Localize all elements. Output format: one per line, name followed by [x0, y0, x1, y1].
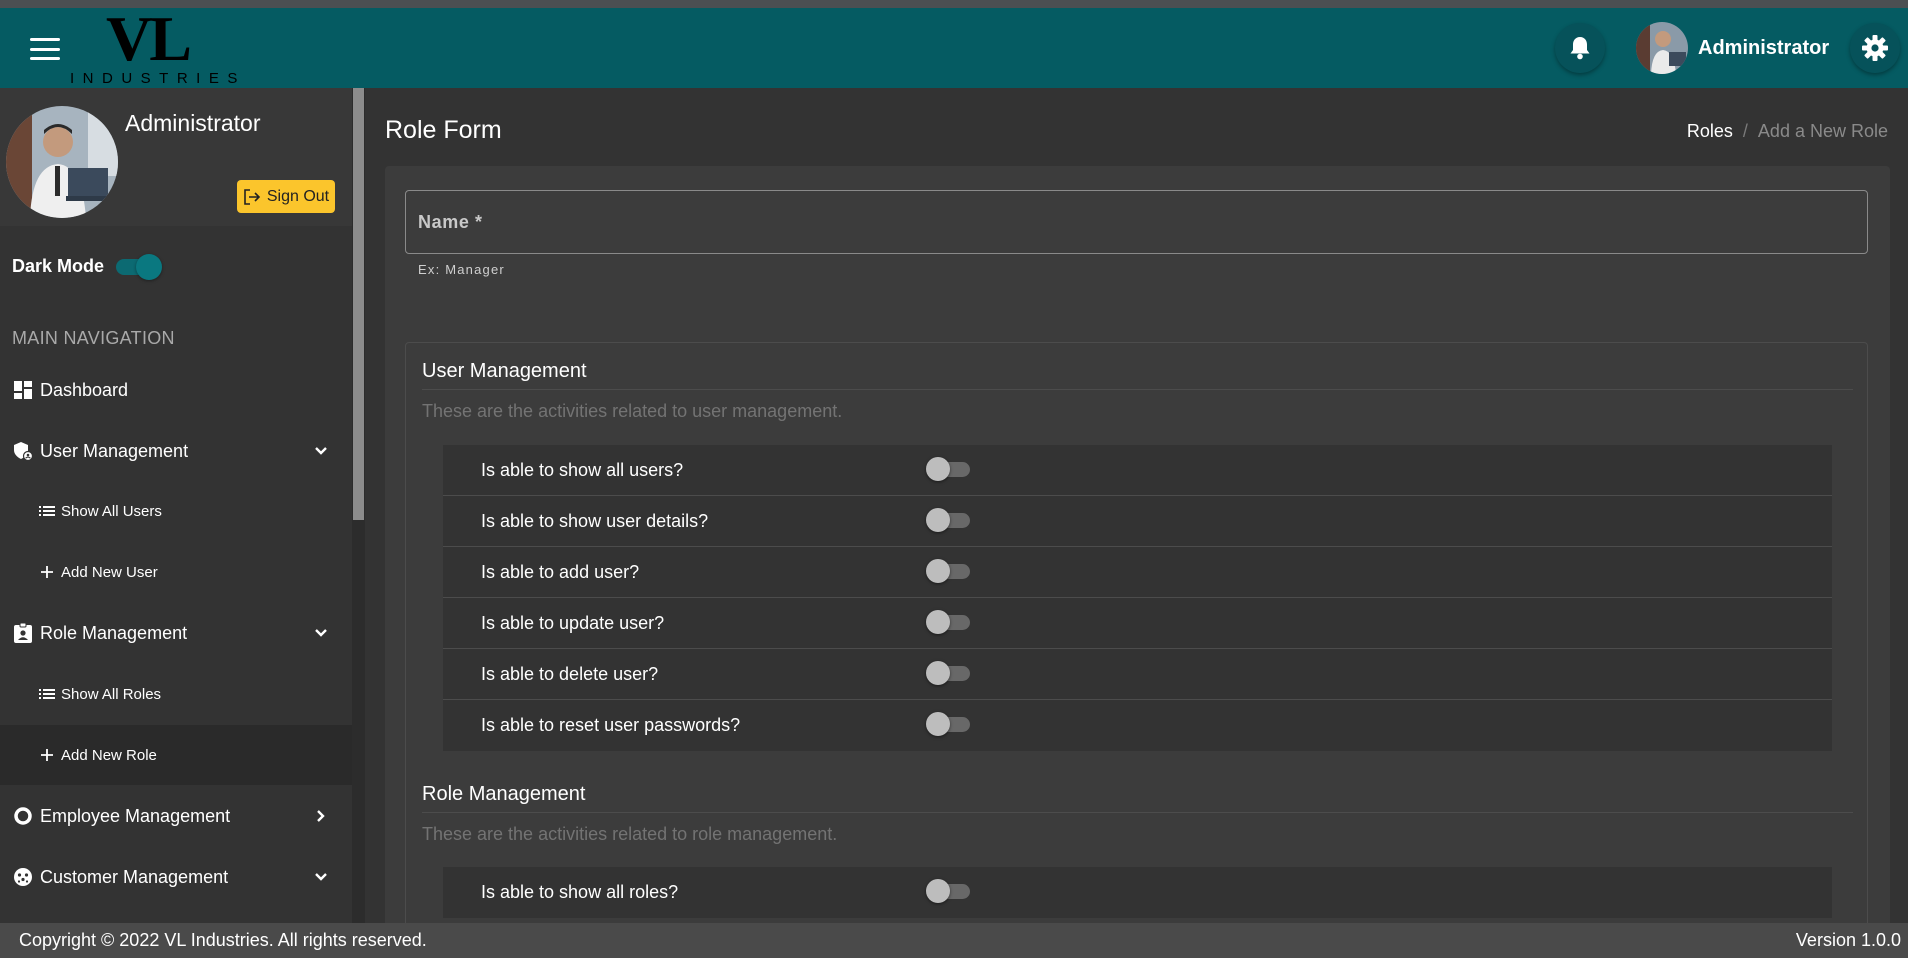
sidebar-item-show-all-users[interactable]: Show All Users: [0, 481, 352, 541]
dark-mode-row: Dark Mode: [12, 254, 163, 280]
main-content: Role Form Roles / Add a New Role Ex: Man…: [365, 88, 1908, 923]
name-hint: Ex: Manager: [418, 262, 505, 277]
list-icon: [37, 684, 57, 704]
sidebar: Administrator Sign Out Dark Mode MAIN NA…: [0, 88, 365, 923]
plus-icon: [37, 562, 57, 582]
list-icon: [37, 501, 57, 521]
ring-icon: [13, 806, 33, 826]
plus-icon: [37, 745, 57, 765]
page-title: Role Form: [385, 116, 502, 144]
top-bar: VL INDUSTRIES Administrator: [0, 4, 1908, 88]
profile-name: Administrator: [125, 110, 261, 136]
logo-sub-text: INDUSTRIES: [70, 70, 246, 87]
avatar: [6, 106, 118, 218]
sidebar-item-customer-management[interactable]: Customer Management: [0, 847, 352, 907]
role-management-permissions: Is able to show all roles?: [443, 867, 1832, 918]
browser-top-strip: [0, 0, 1908, 8]
logo[interactable]: VL INDUSTRIES: [68, 4, 238, 88]
sidebar-item-label: Customer Management: [40, 866, 229, 887]
sidebar-item-label: Dashboard: [40, 379, 129, 400]
section-title-role-management: Role Management: [422, 783, 586, 805]
footer: Copyright © 2022 VL Industries. All righ…: [0, 923, 1908, 958]
dark-mode-label: Dark Mode: [12, 255, 105, 276]
permissions-box: User Management These are the activities…: [405, 342, 1868, 923]
sidebar-item-add-new-user[interactable]: Add New User: [0, 542, 352, 602]
chevron-right-icon: [312, 807, 330, 825]
permission-row: Is able to reset user passwords?: [443, 700, 1832, 751]
menu-icon[interactable]: [30, 38, 60, 60]
sidebar-item-user-management[interactable]: User Management: [0, 421, 352, 481]
bell-icon: [1570, 37, 1590, 60]
sidebar-item-label: Add New Role: [61, 746, 157, 764]
sidebar-scrollbar-thumb[interactable]: [353, 88, 364, 520]
user-management-permissions: Is able to show all users? Is able to sh…: [443, 445, 1832, 751]
breadcrumb-current: Add a New Role: [1757, 121, 1888, 141]
section-title-user-management: User Management: [422, 360, 587, 382]
footer-copyright: Copyright © 2022 VL Industries. All righ…: [19, 930, 427, 950]
footer-version: Version 1.0.0: [1795, 930, 1901, 950]
permission-row: Is able to show all users?: [443, 445, 1832, 496]
top-user-name: Administrator: [1698, 36, 1830, 59]
sidebar-item-label: User Management: [40, 440, 189, 461]
permission-toggle[interactable]: [926, 609, 972, 635]
shield-user-icon: [13, 441, 33, 461]
logo-main-text: VL: [106, 3, 192, 74]
dashboard-icon: [13, 380, 33, 400]
section-description-user-management: These are the activities related to user…: [422, 401, 843, 421]
gear-icon: [1862, 35, 1888, 61]
sidebar-item-label: Employee Management: [40, 805, 231, 826]
section-divider: [422, 812, 1853, 813]
sidebar-item-show-all-roles[interactable]: Show All Roles: [0, 664, 352, 724]
face-icon: [13, 867, 33, 887]
badge-icon: [13, 623, 33, 643]
sign-out-label: Sign Out: [266, 187, 330, 205]
permission-row: Is able to add user?: [443, 547, 1832, 598]
permission-row: Is able to update user?: [443, 598, 1832, 649]
permission-row: Is able to delete user?: [443, 649, 1832, 700]
breadcrumb: Roles / Add a New Role: [1687, 121, 1888, 142]
permission-label: Is able to show all users?: [481, 460, 684, 480]
chevron-down-icon: [312, 442, 330, 460]
sidebar-profile: Administrator Sign Out: [0, 88, 352, 226]
user-menu[interactable]: Administrator: [1636, 22, 1829, 74]
settings-button[interactable]: [1850, 23, 1900, 73]
permission-toggle[interactable]: [926, 558, 972, 584]
permission-toggle[interactable]: [926, 711, 972, 737]
sidebar-item-add-new-role[interactable]: Add New Role: [0, 725, 352, 785]
breadcrumb-roles-link[interactable]: Roles: [1687, 121, 1733, 142]
notifications-button[interactable]: [1555, 23, 1605, 73]
dark-mode-toggle[interactable]: [114, 254, 163, 280]
permission-toggle[interactable]: [926, 878, 972, 904]
permission-row: Is able to show all roles?: [443, 867, 1832, 918]
permission-label: Is able to reset user passwords?: [481, 715, 741, 735]
permission-row: Is able to show user details?: [443, 496, 1832, 547]
permission-label: Is able to show all roles?: [481, 882, 679, 902]
role-form-card: Ex: Manager User Management These are th…: [385, 166, 1890, 923]
sidebar-item-label: Show All Roles: [61, 685, 162, 703]
breadcrumb-separator: /: [1742, 121, 1748, 141]
section-description-role-management: These are the activities related to role…: [422, 824, 838, 844]
avatar: [1636, 22, 1688, 74]
name-input[interactable]: [405, 190, 1868, 254]
sidebar-item-dashboard[interactable]: Dashboard: [0, 360, 352, 420]
sign-out-button[interactable]: Sign Out: [237, 180, 335, 213]
sidebar-item-role-management[interactable]: Role Management: [0, 603, 352, 663]
sidebar-item-label: Role Management: [40, 622, 188, 643]
permission-label: Is able to show user details?: [481, 511, 709, 531]
permission-label: Is able to update user?: [481, 613, 665, 633]
chevron-down-icon: [312, 868, 330, 886]
permission-toggle[interactable]: [926, 456, 972, 482]
permission-label: Is able to add user?: [481, 562, 640, 582]
permission-toggle[interactable]: [926, 507, 972, 533]
section-divider: [422, 389, 1853, 390]
sidebar-item-label: Add New User: [61, 563, 158, 581]
permission-label: Is able to delete user?: [481, 664, 659, 684]
sign-out-icon: [244, 188, 260, 205]
permission-toggle[interactable]: [926, 660, 972, 686]
nav-header: MAIN NAVIGATION: [12, 328, 175, 348]
chevron-down-icon: [312, 624, 330, 642]
sidebar-item-employee-management[interactable]: Employee Management: [0, 786, 352, 846]
sidebar-item-label: Show All Users: [61, 502, 162, 520]
